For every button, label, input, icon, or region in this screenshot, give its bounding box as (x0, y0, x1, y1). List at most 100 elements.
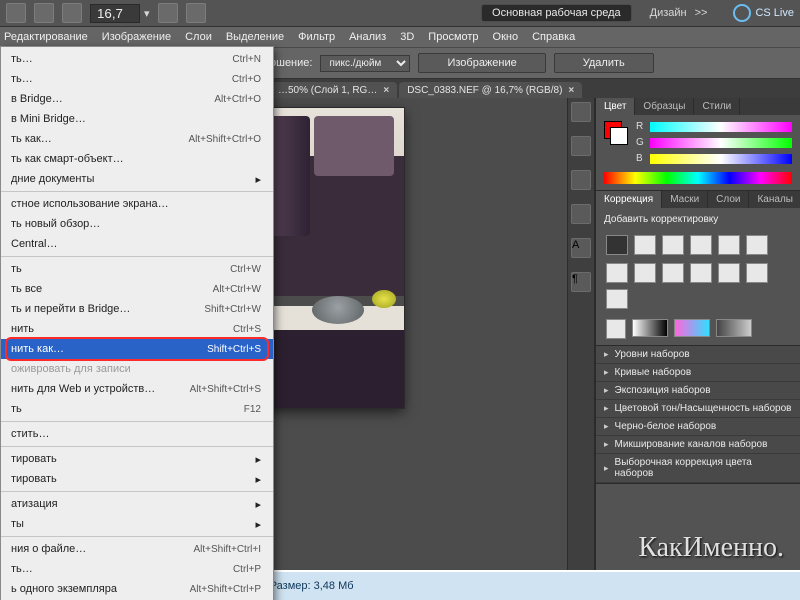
menu-item[interactable]: ть…Ctrl+N (1, 49, 273, 69)
menu-item: оживровать для записи (1, 359, 273, 379)
extras-icon[interactable] (158, 3, 178, 23)
gradient-preset[interactable] (716, 319, 752, 337)
menu-select[interactable]: Выделение (226, 31, 284, 43)
menu-item[interactable]: атизация▸ (1, 494, 273, 514)
foreground-background-swatch[interactable] (604, 121, 628, 145)
tab-channels[interactable]: Каналы (749, 191, 800, 208)
menu-window[interactable]: Окно (493, 31, 519, 43)
color-ramp[interactable] (604, 172, 792, 184)
zoom-dropdown-icon[interactable]: ▾ (144, 7, 150, 20)
design-workspace-link[interactable]: Дизайн (650, 7, 687, 19)
cs-live-icon (733, 4, 751, 22)
menu-item[interactable]: нить для Web и устройств…Alt+Shift+Ctrl+… (1, 379, 273, 399)
exposure-icon[interactable] (690, 235, 712, 255)
brightness-icon[interactable] (606, 235, 628, 255)
brush-panel-icon[interactable] (571, 170, 591, 190)
menu-item[interactable]: ь одного экземпляраAlt+Shift+Ctrl+P (1, 579, 273, 599)
gradient-preset[interactable] (632, 319, 668, 337)
menu-filter[interactable]: Фильтр (298, 31, 335, 43)
menu-analysis[interactable]: Анализ (349, 31, 386, 43)
menu-view[interactable]: Просмотр (428, 31, 478, 43)
preset-group[interactable]: ▸Экспозиция наборов (596, 382, 800, 400)
tab-styles[interactable]: Стили (694, 98, 740, 115)
paragraph-panel-icon[interactable]: ¶ (571, 272, 591, 292)
hue-sat-icon[interactable] (746, 235, 768, 255)
menu-item[interactable]: в Mini Bridge… (1, 109, 273, 129)
screen-mode-icon[interactable] (34, 3, 54, 23)
units-select[interactable]: пикс./дюйм (320, 55, 410, 72)
arrange-documents-icon[interactable] (62, 3, 82, 23)
curves-icon[interactable] (662, 235, 684, 255)
green-slider[interactable] (650, 138, 792, 148)
preset-group[interactable]: ▸Уровни наборов (596, 346, 800, 364)
selective-color-icon[interactable] (606, 319, 626, 339)
zoom-input[interactable] (90, 4, 140, 23)
threshold-icon[interactable] (606, 289, 628, 309)
preset-group[interactable]: ▸Выборочная коррекция цвета наборов (596, 454, 800, 483)
menu-item[interactable]: ть…Ctrl+O (1, 69, 273, 89)
cs-live-button[interactable]: CS Live (733, 4, 794, 22)
menu-item[interactable]: ния о файле…Alt+Shift+Ctrl+I (1, 539, 273, 559)
document-tab[interactable]: DSC_0383.NEF @ 16,7% (RGB/8) × (399, 82, 582, 99)
tab-layers[interactable]: Слои (708, 191, 749, 208)
image-button[interactable]: Изображение (418, 53, 545, 73)
menu-item[interactable]: Central… (1, 234, 273, 254)
add-correction-label: Добавить корректировку (596, 208, 800, 231)
menu-item[interactable]: стное использование экрана… (1, 194, 273, 214)
actions-panel-icon[interactable] (571, 136, 591, 156)
tab-swatches[interactable]: Образцы (635, 98, 694, 115)
preset-group[interactable]: ▸Кривые наборов (596, 364, 800, 382)
menu-item[interactable]: ть…Ctrl+P (1, 559, 273, 579)
red-slider[interactable] (650, 122, 792, 132)
adjustment-icons-row (596, 231, 800, 259)
tab-masks[interactable]: Маски (662, 191, 708, 208)
bw-icon[interactable] (634, 263, 656, 283)
app-icon[interactable] (6, 3, 26, 23)
menu-item[interactable]: ть новый обзор… (1, 214, 273, 234)
menu-item[interactable]: тьCtrl+W (1, 259, 273, 279)
workspace-expand-icon[interactable]: >> (695, 7, 708, 19)
posterize-icon[interactable] (746, 263, 768, 283)
menu-item[interactable]: ть всеAlt+Ctrl+W (1, 279, 273, 299)
photo-filter-icon[interactable] (662, 263, 684, 283)
menu-image[interactable]: Изображение (102, 31, 171, 43)
tab-correction[interactable]: Коррекция (596, 191, 662, 208)
menu-item[interactable]: нить как…Shift+Ctrl+S (1, 339, 273, 359)
document-tab[interactable]: …50% (Слой 1, RG… × (270, 82, 397, 99)
color-balance-icon[interactable] (606, 263, 628, 283)
menu-help[interactable]: Справка (532, 31, 575, 43)
history-panel-icon[interactable] (571, 102, 591, 122)
hand-tool-icon[interactable] (186, 3, 206, 23)
menu-item[interactable]: тьF12 (1, 399, 273, 419)
levels-icon[interactable] (634, 235, 656, 255)
menu-item[interactable]: нитьCtrl+S (1, 319, 273, 339)
menu-item[interactable]: ть как смарт-объект… (1, 149, 273, 169)
preset-group[interactable]: ▸Цветовой тон/Насыщенность наборов (596, 400, 800, 418)
close-icon[interactable]: × (568, 85, 574, 96)
workspace-switcher-button[interactable]: Основная рабочая среда (481, 4, 632, 22)
invert-icon[interactable] (718, 263, 740, 283)
preset-group[interactable]: ▸Микширование каналов наборов (596, 436, 800, 454)
menu-edit[interactable]: Редактирование (4, 31, 88, 43)
menu-item[interactable]: тировать▸ (1, 449, 273, 469)
menu-item[interactable]: тировать▸ (1, 469, 273, 489)
menu-item[interactable]: дние документы▸ (1, 169, 273, 189)
vibrance-icon[interactable] (718, 235, 740, 255)
character-panel-icon[interactable]: A (571, 238, 591, 258)
menu-item[interactable]: в Bridge…Alt+Ctrl+O (1, 89, 273, 109)
clone-panel-icon[interactable] (571, 204, 591, 224)
menu-item[interactable]: ты▸ (1, 514, 273, 534)
delete-button[interactable]: Удалить (554, 53, 654, 73)
gradient-preset[interactable] (674, 319, 710, 337)
close-icon[interactable]: × (383, 85, 389, 96)
menu-layers[interactable]: Слои (185, 31, 212, 43)
adjustment-icons-row (596, 259, 800, 313)
menu-3d[interactable]: 3D (400, 31, 414, 43)
blue-slider[interactable] (650, 154, 792, 164)
preset-group[interactable]: ▸Черно-белое наборов (596, 418, 800, 436)
menu-item[interactable]: ть и перейти в Bridge…Shift+Ctrl+W (1, 299, 273, 319)
channel-mixer-icon[interactable] (690, 263, 712, 283)
menu-item[interactable]: стить… (1, 424, 273, 444)
tab-color[interactable]: Цвет (596, 98, 635, 115)
menu-item[interactable]: ть как…Alt+Shift+Ctrl+O (1, 129, 273, 149)
